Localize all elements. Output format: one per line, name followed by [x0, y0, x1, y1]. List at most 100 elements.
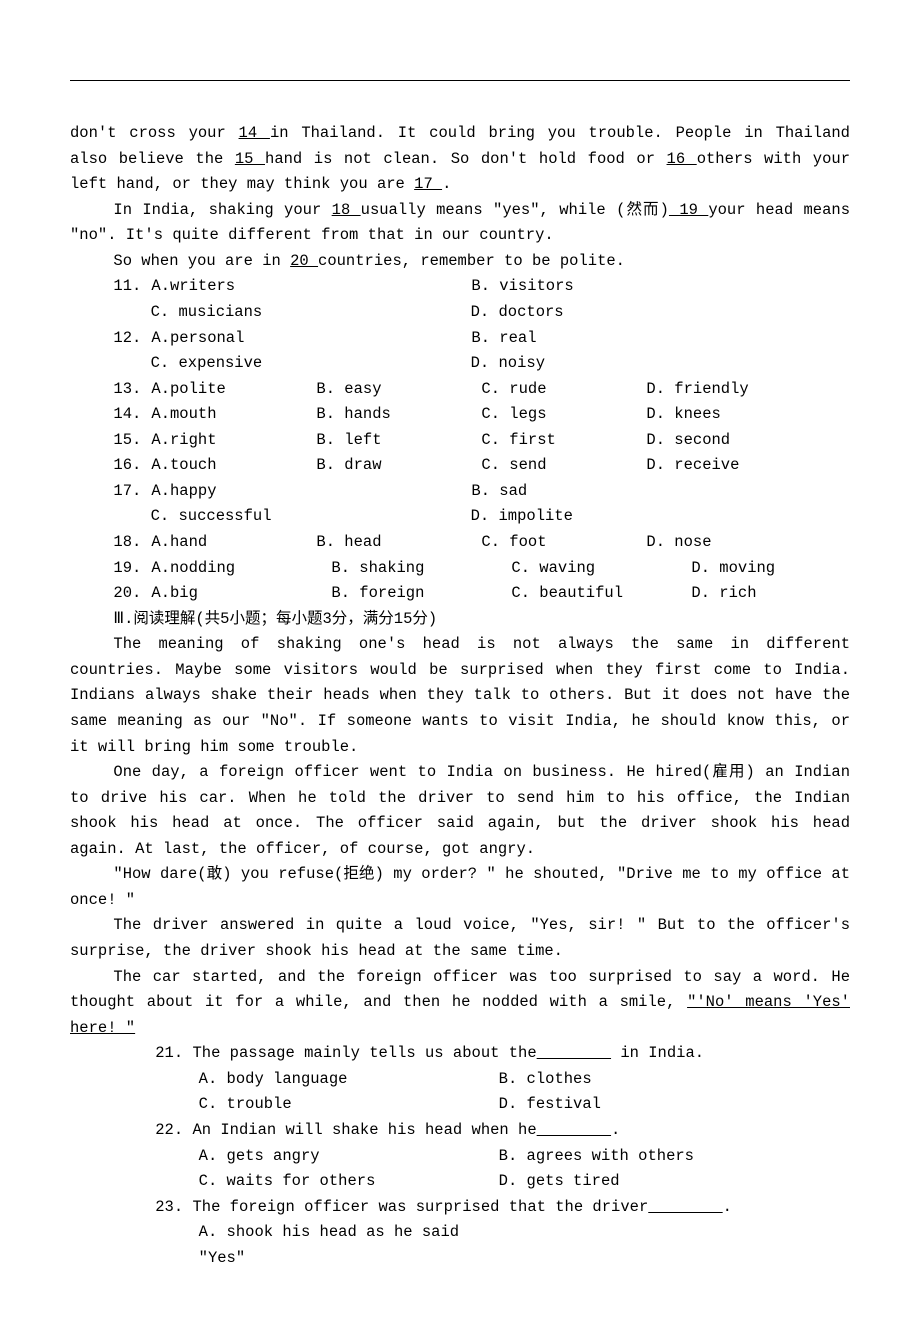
option-d: D. rich: [691, 581, 756, 607]
option-a: A.polite: [151, 377, 316, 403]
reading-p1: The meaning of shaking one's head is not…: [70, 632, 850, 760]
option-c: C. expensive: [151, 351, 471, 377]
reading-option-row: C. troubleD. festival: [70, 1092, 850, 1118]
fill-blank: [537, 1044, 611, 1062]
cloze-question-row: 17. A.happyB. sad: [70, 479, 850, 505]
reading-p5: The car started, and the foreign officer…: [70, 965, 850, 1042]
cloze-para-1: don't cross your 14 in Thailand. It coul…: [70, 121, 850, 198]
option-b: B. foreign: [331, 581, 511, 607]
cloze-question-row: 20. A.bigB. foreignC. beautifulD. rich: [70, 581, 850, 607]
question-number: 21.: [155, 1044, 192, 1062]
cloze-question-row: C. successfulD. impolite: [70, 504, 850, 530]
reading-p2: One day, a foreign officer went to India…: [70, 760, 850, 862]
question-number: 17.: [113, 479, 151, 505]
fill-blank: [537, 1121, 611, 1139]
option-c: C. musicians: [151, 300, 471, 326]
section-3-title: Ⅲ.阅读理解(共5小题；每小题3分，满分15分): [70, 607, 850, 633]
blank-20: 20: [290, 252, 318, 270]
blank-14: 14: [239, 124, 270, 142]
cloze-question-row: 19. A.noddingB. shakingC. wavingD. movin…: [70, 556, 850, 582]
option-b: B. clothes: [499, 1067, 592, 1093]
option-b: B. shaking: [331, 556, 511, 582]
cloze-para-3: So when you are in 20 countries, remembe…: [70, 249, 850, 275]
option-a: A. shook his head as he said "Yes": [199, 1220, 499, 1271]
option-b: D. festival: [499, 1092, 601, 1118]
option-d: D. second: [646, 428, 730, 454]
blank-15: 15: [235, 150, 265, 168]
option-d: D. doctors: [471, 300, 564, 326]
top-rule: [70, 80, 850, 81]
reading-question-list: 21. The passage mainly tells us about th…: [70, 1041, 850, 1271]
option-d: D. noisy: [471, 351, 545, 377]
text: .: [442, 175, 451, 193]
blank-17: 17: [414, 175, 442, 193]
stem-text: The passage mainly tells us about the: [192, 1044, 536, 1062]
cloze-para-2: In India, shaking your 18 usually means …: [70, 198, 850, 249]
text: In India, shaking your: [113, 201, 331, 219]
stem-text: .: [723, 1198, 732, 1216]
text: don't cross your: [70, 124, 239, 142]
text: countries, remember to be polite.: [318, 252, 625, 270]
option-a: A. gets angry: [199, 1144, 499, 1170]
blank-19: 19: [669, 201, 708, 219]
option-b: B. real: [471, 326, 536, 352]
option-b: B. draw: [316, 453, 481, 479]
reading-option-row: C. waits for othersD. gets tired: [70, 1169, 850, 1195]
reading-option-row: A. gets angryB. agrees with others: [70, 1144, 850, 1170]
text: hand is not clean. So don't hold food or: [265, 150, 667, 168]
question-number: 15.: [113, 428, 151, 454]
option-a: A.happy: [151, 479, 471, 505]
stem-text: An Indian will shake his head when he: [192, 1121, 536, 1139]
blank-16: 16: [667, 150, 697, 168]
stem-text: in India.: [611, 1044, 704, 1062]
question-number: 23.: [155, 1198, 192, 1216]
option-c: C. legs: [481, 402, 646, 428]
cloze-question-list: 11. A.writersB. visitorsC. musiciansD. d…: [70, 274, 850, 606]
question-number: 22.: [155, 1121, 192, 1139]
cloze-question-row: 11. A.writersB. visitors: [70, 274, 850, 300]
option-d: D. receive: [646, 453, 739, 479]
option-c: C. rude: [481, 377, 646, 403]
reading-p3: "How dare(敢) you refuse(拒绝) my order? " …: [70, 862, 850, 913]
option-d: D. moving: [691, 556, 775, 582]
cloze-question-row: 16. A.touchB. drawC. sendD. receive: [70, 453, 850, 479]
option-a: A. body language: [199, 1067, 499, 1093]
blank-18: 18: [332, 201, 361, 219]
option-a: A.writers: [151, 274, 471, 300]
question-number: 12.: [113, 326, 151, 352]
option-d: D. friendly: [646, 377, 748, 403]
cloze-question-row: 18. A.handB. headC. footD. nose: [70, 530, 850, 556]
option-c: C. beautiful: [511, 581, 691, 607]
option-a: A.mouth: [151, 402, 316, 428]
option-c: C. first: [481, 428, 646, 454]
option-b: B. easy: [316, 377, 481, 403]
question-number: 14.: [113, 402, 151, 428]
question-number: 11.: [113, 274, 151, 300]
reading-question-stem: 21. The passage mainly tells us about th…: [70, 1041, 850, 1067]
question-number: 16.: [113, 453, 151, 479]
cloze-question-row: 14. A.mouthB. handsC. legsD. knees: [70, 402, 850, 428]
cloze-question-row: C. expensiveD. noisy: [70, 351, 850, 377]
option-a: A.personal: [151, 326, 471, 352]
page-content: don't cross your 14 in Thailand. It coul…: [0, 0, 920, 1331]
cloze-question-row: C. musiciansD. doctors: [70, 300, 850, 326]
cloze-question-row: 13. A.politeB. easyC. rudeD. friendly: [70, 377, 850, 403]
text: So when you are in: [113, 252, 290, 270]
fill-blank: [648, 1198, 722, 1216]
option-b: B. agrees with others: [499, 1144, 694, 1170]
question-number: 19.: [113, 556, 151, 582]
cloze-question-row: 15. A.rightB. leftC. firstD. second: [70, 428, 850, 454]
option-d: D. knees: [646, 402, 720, 428]
reading-p4: The driver answered in quite a loud voic…: [70, 913, 850, 964]
option-a: A.hand: [151, 530, 316, 556]
option-a: C. waits for others: [199, 1169, 499, 1195]
option-a: A.touch: [151, 453, 316, 479]
reading-option-row: A. shook his head as he said "Yes": [70, 1220, 850, 1271]
option-b: B. hands: [316, 402, 481, 428]
option-c: C. successful: [151, 504, 471, 530]
option-c: C. foot: [481, 530, 646, 556]
option-d: D. impolite: [471, 504, 573, 530]
cloze-question-row: 12. A.personalB. real: [70, 326, 850, 352]
option-b: B. head: [316, 530, 481, 556]
option-a: A.right: [151, 428, 316, 454]
